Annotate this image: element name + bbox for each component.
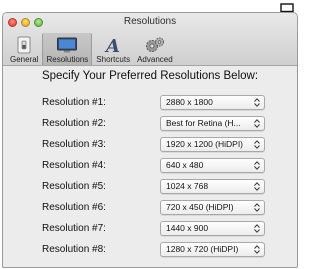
- chevron-up-down-icon: [254, 203, 260, 212]
- chevron-up-down-icon: [254, 98, 260, 107]
- resolutions-pane: Specify Your Preferred Resolutions Below…: [3, 67, 297, 267]
- resolution-row-5: Resolution #5: 1024 x 768: [3, 179, 297, 197]
- resolution-4-popup[interactable]: 640 x 480: [160, 158, 265, 173]
- selected-value: 1440 x 900: [166, 223, 209, 233]
- resolution-label: Resolution #2:: [42, 118, 106, 129]
- resolution-3-popup[interactable]: 1920 x 1200 (HiDPI): [160, 137, 265, 152]
- selected-value: 720 x 450 (HiDPI): [166, 202, 234, 212]
- resolution-label: Resolution #5:: [42, 181, 106, 192]
- resolution-1-popup[interactable]: 2880 x 1800: [160, 95, 265, 110]
- toolbar: Resolutions General Resolutions A Shortc…: [3, 13, 297, 66]
- selected-value: 1920 x 1200 (HiDPI): [166, 139, 244, 149]
- resolution-2-popup[interactable]: Best for Retina (H...: [160, 116, 265, 131]
- tab-shortcuts[interactable]: A Shortcuts: [93, 33, 133, 65]
- resolution-row-3: Resolution #3: 1920 x 1200 (HiDPI): [3, 137, 297, 155]
- resolution-label: Resolution #4:: [42, 160, 106, 171]
- resolution-label: Resolution #7:: [42, 223, 106, 234]
- resolution-label: Resolution #3:: [42, 139, 106, 150]
- resolution-label: Resolution #1:: [42, 97, 106, 108]
- resolution-row-1: Resolution #1: 2880 x 1800: [3, 95, 297, 113]
- resolution-row-7: Resolution #7: 1440 x 900: [3, 221, 297, 239]
- resolution-row-6: Resolution #6: 720 x 450 (HiDPI): [3, 200, 297, 218]
- display-icon: [56, 36, 78, 54]
- tab-general-label: General: [10, 55, 39, 64]
- chevron-up-down-icon: [254, 119, 260, 128]
- svg-text:A: A: [104, 36, 120, 54]
- resolution-row-2: Resolution #2: Best for Retina (H...: [3, 116, 297, 134]
- tab-advanced-label: Advanced: [137, 55, 173, 64]
- resolutions-window: Resolutions General Resolutions A Shortc…: [2, 12, 298, 268]
- selected-value: 2880 x 1800: [166, 97, 213, 107]
- selected-value: 1024 x 768: [166, 181, 209, 191]
- resolution-5-popup[interactable]: 1024 x 768: [160, 179, 265, 194]
- tab-general[interactable]: General: [7, 33, 41, 65]
- letter-a-icon: A: [102, 36, 124, 54]
- tab-advanced[interactable]: Advanced: [134, 33, 176, 65]
- resolution-row-8: Resolution #8: 1280 x 720 (HiDPI): [3, 242, 297, 260]
- chevron-up-down-icon: [254, 140, 260, 149]
- resolution-6-popup[interactable]: 720 x 450 (HiDPI): [160, 200, 265, 215]
- resolution-label: Resolution #6:: [42, 202, 106, 213]
- resolution-8-popup[interactable]: 1280 x 720 (HiDPI): [160, 242, 265, 257]
- selected-value: 640 x 480: [166, 160, 204, 170]
- preferences-tabs: General Resolutions A Shortcuts Advanced: [7, 33, 177, 65]
- resolution-label: Resolution #8:: [42, 244, 106, 255]
- tab-resolutions-label: Resolutions: [46, 55, 89, 64]
- tab-resolutions[interactable]: Resolutions: [42, 33, 93, 65]
- resolution-7-popup[interactable]: 1440 x 900: [160, 221, 265, 236]
- chevron-up-down-icon: [254, 161, 260, 170]
- chevron-up-down-icon: [254, 182, 260, 191]
- selected-value: Best for Retina (H...: [166, 118, 241, 128]
- tab-shortcuts-label: Shortcuts: [96, 55, 131, 64]
- selected-value: 1280 x 720 (HiDPI): [166, 244, 239, 254]
- pane-heading: Specify Your Preferred Resolutions Below…: [41, 70, 259, 82]
- gears-icon: [144, 36, 166, 54]
- chevron-up-down-icon: [254, 245, 260, 254]
- resolution-row-4: Resolution #4: 640 x 480: [3, 158, 297, 176]
- general-switch-icon: [13, 36, 35, 54]
- window-title: Resolutions: [123, 16, 177, 27]
- chevron-up-down-icon: [254, 224, 260, 233]
